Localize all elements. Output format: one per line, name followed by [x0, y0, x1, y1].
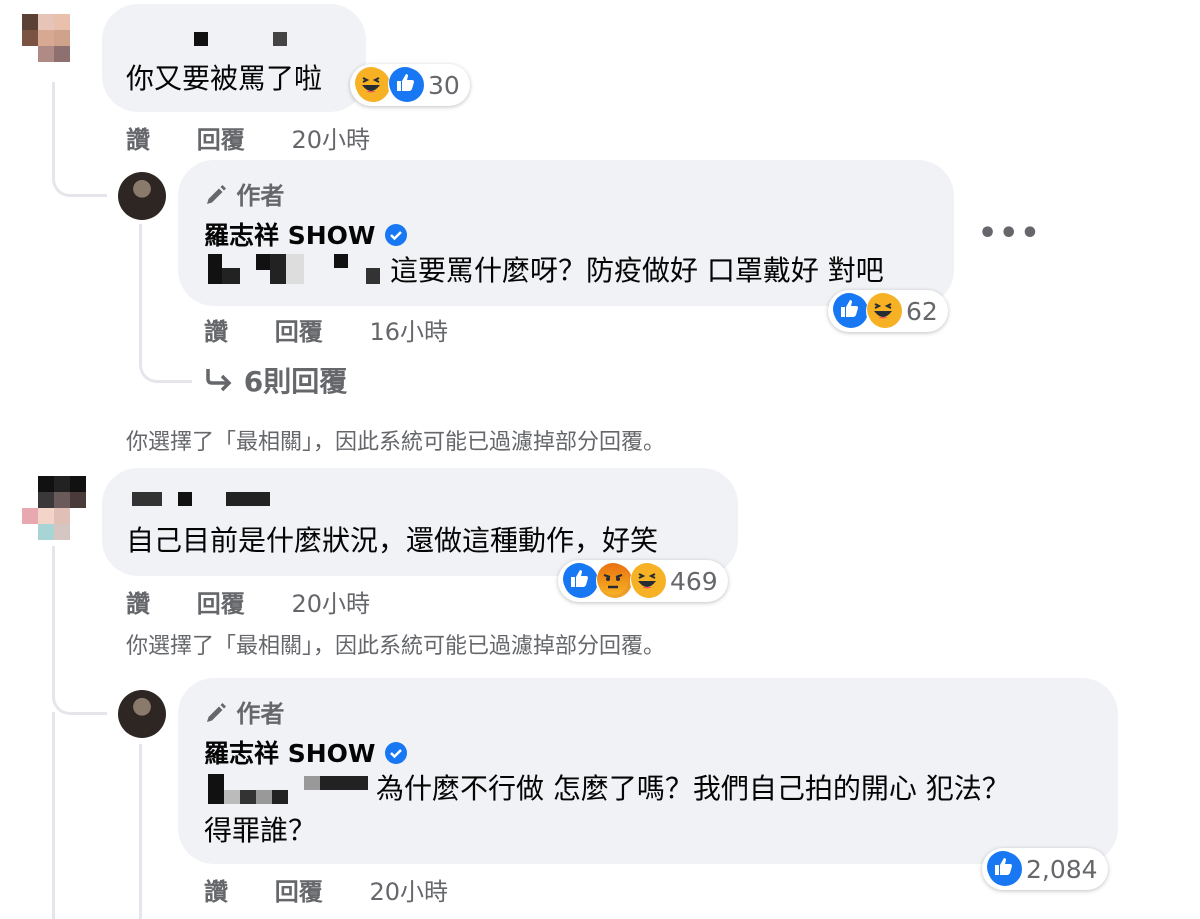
filter-notice: 你選擇了「最相關」，因此系統可能已過濾掉部分回覆。 [126, 430, 666, 455]
author-badge: 作者 [204, 176, 284, 211]
author-label: 作者 [236, 700, 285, 728]
reply-link[interactable]: 回覆 [275, 318, 323, 346]
verified-badge-icon [385, 742, 408, 764]
like-link[interactable]: 讚 [126, 590, 150, 618]
author-badge: 作者 [204, 694, 284, 729]
timestamp[interactable]: 20小時 [291, 590, 370, 618]
redacted-mention [334, 254, 348, 268]
redacted-name [178, 492, 192, 506]
author-label: 作者 [236, 182, 285, 210]
redacted-mention [208, 254, 222, 284]
redacted-mention [270, 254, 286, 284]
author-avatar[interactable] [118, 690, 166, 738]
redacted-name [194, 32, 208, 46]
like-link[interactable]: 讚 [204, 318, 228, 346]
thread-line [52, 712, 55, 919]
comment-text: 你又要被罵了啦 [126, 62, 323, 95]
timestamp[interactable]: 20小時 [291, 126, 370, 154]
thread-line [52, 82, 107, 197]
redacted-name [132, 492, 162, 506]
haha-emoji-icon [354, 66, 392, 104]
reaction-count: 30 [428, 70, 460, 100]
redacted-mention [366, 268, 380, 284]
redacted-name [226, 492, 270, 506]
timestamp[interactable]: 20小時 [369, 878, 448, 906]
like-emoji-icon [832, 292, 870, 330]
reaction-summary[interactable]: 469 [558, 560, 728, 602]
reply-text: 為什麼不行做 怎麼了嗎？我們自己拍的開心 犯法？ [376, 772, 1010, 805]
view-more-replies[interactable]: 6則回覆 [204, 360, 347, 400]
like-link[interactable]: 讚 [126, 126, 150, 154]
avatar[interactable] [22, 476, 86, 540]
more-options-icon[interactable]: ••• [978, 216, 1042, 251]
pen-icon [207, 185, 226, 204]
reply-bubble [178, 678, 1118, 864]
like-emoji-icon [388, 66, 426, 104]
reaction-summary[interactable]: 62 [828, 290, 948, 332]
redacted-mention [304, 776, 368, 790]
author-avatar[interactable] [118, 172, 166, 220]
reply-arrow-icon [206, 369, 232, 392]
reaction-count: 469 [670, 566, 718, 596]
reply-link[interactable]: 回覆 [197, 126, 245, 154]
redacted-mention [208, 774, 224, 804]
like-link[interactable]: 讚 [204, 878, 228, 906]
thread-line [139, 744, 142, 919]
redacted-mention [222, 268, 240, 284]
thread-line [139, 330, 192, 383]
redacted-mention [224, 790, 288, 804]
reaction-summary[interactable]: 2,084 [982, 848, 1108, 890]
timestamp[interactable]: 16小時 [369, 318, 448, 346]
more-replies-label[interactable]: 6則回覆 [244, 365, 347, 398]
pen-icon [207, 703, 226, 722]
comment-actions: 讚 回覆 20小時 [126, 120, 370, 155]
reaction-count: 62 [906, 296, 938, 326]
reply-link[interactable]: 回覆 [197, 590, 245, 618]
haha-emoji-icon [866, 292, 904, 330]
filter-notice: 你選擇了「最相關」，因此系統可能已過濾掉部分回覆。 [126, 634, 666, 659]
like-emoji-icon [562, 562, 600, 600]
redacted-name [273, 32, 287, 46]
reply-actions: 讚 回覆 20小時 [204, 872, 448, 907]
commenter-name[interactable]: 羅志祥 SHOW [204, 216, 408, 252]
haha-emoji-icon [630, 562, 668, 600]
thread-line [52, 546, 107, 715]
angry-emoji-icon [596, 562, 634, 600]
comment-actions: 讚 回覆 20小時 [126, 584, 370, 619]
reply-actions: 讚 回覆 16小時 [204, 312, 448, 347]
verified-badge-icon [385, 224, 408, 246]
comment-text: 自己目前是什麼狀況，還做這種動作，好笑 [126, 524, 659, 557]
reaction-count: 2,084 [1026, 854, 1098, 884]
avatar[interactable] [22, 14, 86, 78]
reaction-summary[interactable]: 30 [350, 64, 470, 106]
reply-text: 這要罵什麼呀？防疫做好 口罩戴好 對吧 [390, 254, 884, 287]
name-text[interactable]: 羅志祥 SHOW [204, 739, 375, 768]
like-emoji-icon [986, 850, 1024, 888]
commenter-name[interactable]: 羅志祥 SHOW [204, 734, 408, 770]
reply-text-line2: 得罪誰？ [204, 814, 317, 847]
redacted-mention [286, 254, 304, 284]
reply-link[interactable]: 回覆 [275, 878, 323, 906]
name-text[interactable]: 羅志祥 SHOW [204, 221, 375, 250]
